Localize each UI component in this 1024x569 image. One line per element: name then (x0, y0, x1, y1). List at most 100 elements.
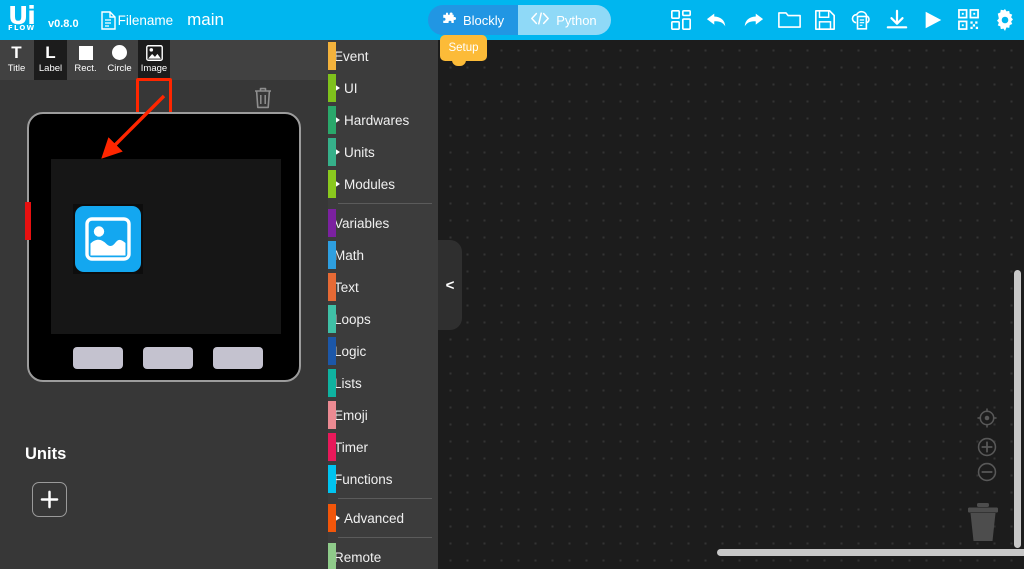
tool-image-label: Image (140, 63, 168, 74)
filename-label: Filename (117, 12, 174, 28)
toolbox-category-text[interactable]: Text (328, 271, 438, 303)
toolbox-category-lists[interactable]: Lists (328, 367, 438, 399)
rect-tool-icon (78, 43, 93, 62)
save-icon[interactable] (814, 9, 836, 31)
tool-title-label: Title (7, 63, 26, 74)
add-unit-button[interactable] (32, 482, 67, 517)
toolbox-separator (338, 498, 432, 499)
run-icon[interactable] (922, 9, 944, 31)
toolbox-category-emoji[interactable]: Emoji (328, 399, 438, 431)
device-button-a[interactable] (73, 347, 123, 369)
blocks-icon[interactable] (670, 9, 692, 31)
category-label: Modules (344, 176, 396, 192)
zoom-in-icon[interactable] (977, 437, 997, 462)
tool-rect-label: Rect. (74, 63, 97, 74)
toolbox-category-loops[interactable]: Loops (328, 303, 438, 335)
category-label: Units (344, 144, 375, 160)
tool-title[interactable]: T Title (0, 40, 33, 80)
filename-group[interactable]: Filename main (100, 10, 224, 30)
logo-sub-text: FLOW (8, 24, 36, 32)
toolbox-category-ui[interactable]: UI (328, 72, 438, 104)
category-label: UI (344, 80, 358, 96)
category-label: Emoji (334, 407, 368, 423)
zoom-out-icon[interactable] (977, 462, 997, 487)
tool-circle-label: Circle (107, 63, 132, 74)
category-color-swatch (328, 138, 336, 166)
category-color-swatch (328, 543, 336, 569)
tool-image[interactable]: Image (138, 40, 170, 80)
logo-main-text: Ui (8, 1, 36, 30)
toolbox-category-timer[interactable]: Timer (328, 431, 438, 463)
tab-blockly-label: Blockly (463, 12, 505, 28)
top-bar-actions (670, 0, 1016, 40)
toolbox-category-units[interactable]: Units (328, 136, 438, 168)
tab-blockly[interactable]: Blockly (428, 5, 519, 35)
toolbox-category-remote[interactable]: Remote (328, 541, 438, 569)
category-label: Math (334, 247, 365, 263)
uiflow-app: Ui FLOW v0.8.0 Filename main Blockly Pyt… (0, 0, 1024, 569)
label-tool-icon: L (45, 42, 56, 62)
trash-icon[interactable] (252, 86, 274, 110)
device-preview (25, 112, 301, 382)
open-folder-icon[interactable] (778, 9, 801, 31)
redo-icon[interactable] (742, 9, 764, 31)
tool-circle[interactable]: Circle (103, 40, 136, 80)
category-color-swatch (328, 401, 336, 429)
category-color-swatch (328, 273, 336, 301)
toolbox-category-math[interactable]: Math (328, 239, 438, 271)
chevron-left-icon: < (445, 276, 455, 294)
tool-label[interactable]: L Label (34, 40, 67, 80)
category-color-swatch (328, 433, 336, 461)
category-label: Logic (334, 343, 367, 359)
toolbox-category-advanced[interactable]: Advanced (328, 502, 438, 534)
toolbox-category-variables[interactable]: Variables (328, 207, 438, 239)
app-logo[interactable]: Ui FLOW v0.8.0 (8, 1, 79, 34)
qrcode-icon[interactable] (958, 9, 980, 31)
category-label: Loops (334, 311, 371, 327)
document-icon (100, 10, 116, 30)
category-label: Hardwares (344, 112, 410, 128)
category-color-swatch (328, 106, 336, 134)
workspace-horizontal-scrollbar[interactable] (717, 549, 1024, 556)
undo-icon[interactable] (706, 9, 728, 31)
category-label: Text (334, 279, 359, 295)
toolbox-separator (338, 537, 432, 538)
category-label: Lists (334, 375, 362, 391)
toolbox-category-functions[interactable]: Functions (328, 463, 438, 495)
flyout-collapse-handle[interactable]: < (438, 240, 462, 330)
category-color-swatch (328, 42, 336, 70)
image-widget-thumbnail (75, 206, 141, 272)
toolbox-category-hardwares[interactable]: Hardwares (328, 104, 438, 136)
left-panel: T Title L Label Rect. Circle Image Units (0, 40, 328, 569)
tool-rect[interactable]: Rect. (69, 40, 102, 80)
category-color-swatch (328, 337, 336, 365)
cloud-upload-icon[interactable] (850, 9, 872, 31)
workspace-vertical-scrollbar[interactable] (1014, 270, 1021, 548)
tab-python[interactable]: Python (518, 5, 611, 35)
download-icon[interactable] (886, 9, 908, 31)
code-icon (531, 12, 550, 28)
settings-gear-icon[interactable] (994, 9, 1016, 31)
device-button-c[interactable] (213, 347, 263, 369)
category-label: Event (334, 48, 369, 64)
image-widget[interactable] (73, 204, 143, 274)
units-section-title: Units (25, 445, 67, 463)
category-color-swatch (328, 209, 336, 237)
workspace-trash-icon[interactable] (966, 502, 1000, 547)
device-buttons (73, 347, 263, 369)
category-color-swatch (328, 465, 336, 493)
blockly-workspace[interactable]: Setup < (438, 35, 1024, 569)
toolbox-category-event[interactable]: Event (328, 40, 438, 72)
widget-toolbar: T Title L Label Rect. Circle Image (0, 40, 328, 122)
setup-block[interactable]: Setup (440, 35, 487, 66)
center-view-icon[interactable] (977, 408, 997, 433)
device-screen[interactable] (51, 159, 281, 334)
version-label: v0.8.0 (48, 18, 79, 30)
toolbox-category-modules[interactable]: Modules (328, 168, 438, 200)
device-button-b[interactable] (143, 347, 193, 369)
filename-value[interactable]: main (187, 10, 224, 30)
toolbox-category-logic[interactable]: Logic (328, 335, 438, 367)
top-bar: Ui FLOW v0.8.0 Filename main Blockly Pyt… (0, 0, 1024, 40)
category-color-swatch (328, 504, 336, 532)
category-color-swatch (328, 74, 336, 102)
